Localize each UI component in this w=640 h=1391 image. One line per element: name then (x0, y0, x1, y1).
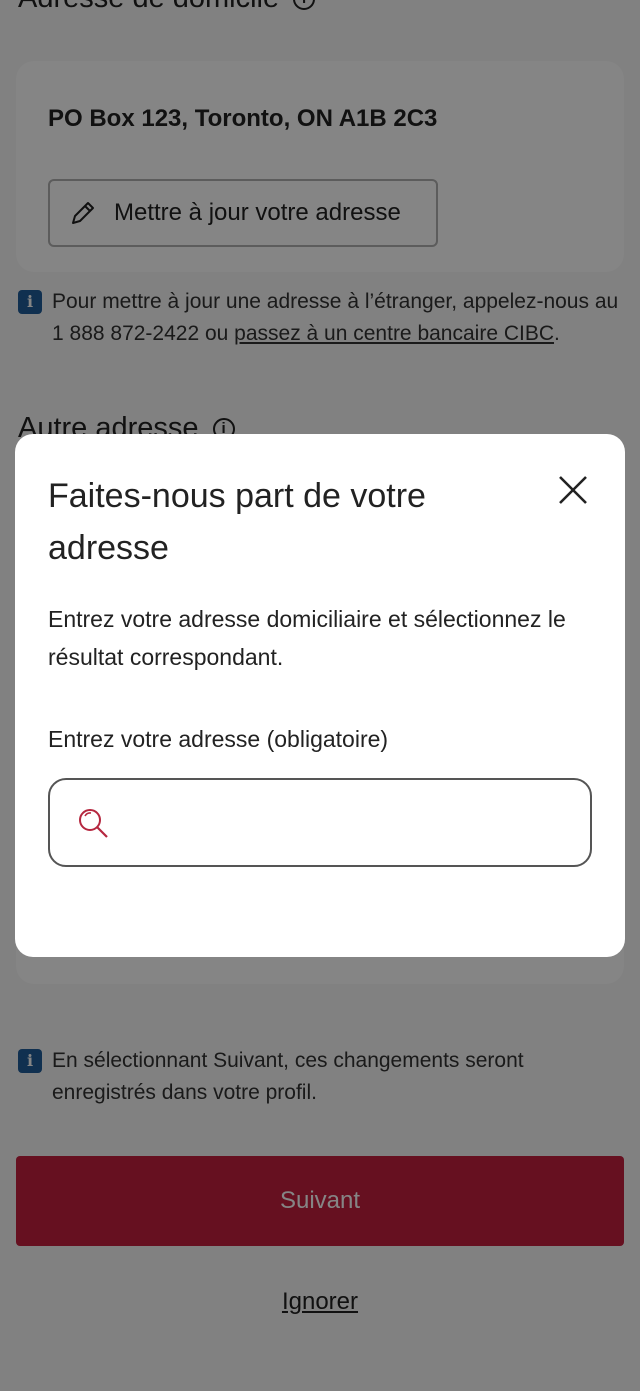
search-icon (79, 808, 108, 838)
address-search-field[interactable] (48, 778, 592, 867)
modal-title: Faites-nous part de votre adresse (48, 477, 426, 567)
address-field-label: Entrez votre adresse (obligatoire) (48, 726, 389, 752)
close-button[interactable] (555, 472, 591, 508)
close-icon (559, 476, 587, 504)
address-modal: Faites-nous part de votre adresse Entrez… (15, 434, 625, 957)
modal-description: Entrez votre adresse domiciliaire et sél… (48, 606, 566, 670)
address-search-input[interactable] (126, 808, 590, 837)
